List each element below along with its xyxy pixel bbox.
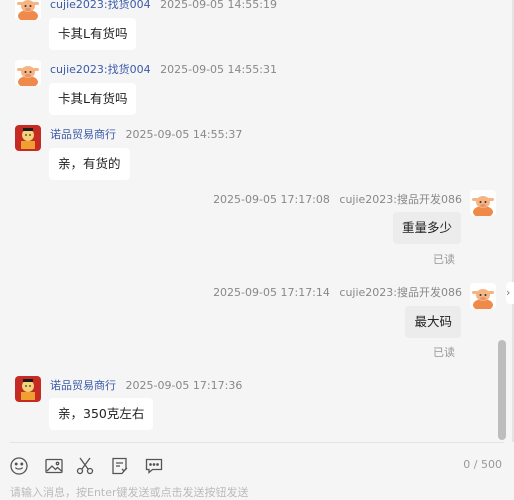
sender-name[interactable]: 诺品贸易商行: [50, 379, 116, 392]
message-time: 2025-09-05 17:17:08: [213, 193, 330, 206]
cow-avatar-icon[interactable]: [15, 60, 41, 86]
message-meta: 诺品贸易商行 2025-09-05 17:17:36: [50, 377, 242, 393]
message-meta: cujie2023:找货004 2025-09-05 14:55:31: [50, 61, 277, 77]
message-time: 2025-09-05 14:55:19: [160, 0, 277, 11]
message-time: 2025-09-05 17:17:14: [213, 286, 330, 299]
composer-toolbar: 0 / 500 请输入消息，按Enter键发送或点击发送按钮发送: [0, 443, 514, 499]
message-time: 2025-09-05 14:55:37: [125, 128, 243, 141]
cow-avatar-icon[interactable]: [470, 283, 496, 309]
message-bubble[interactable]: 最大码: [405, 306, 461, 338]
sender-name[interactable]: 诺品贸易商行: [50, 128, 116, 141]
chat-icon[interactable]: [144, 456, 164, 476]
message-bubble[interactable]: 卡其L有货吗: [49, 18, 137, 50]
chat-scrollbar[interactable]: [498, 340, 506, 440]
message-input[interactable]: 请输入消息，按Enter键发送或点击发送按钮发送: [10, 484, 249, 500]
message-time: 2025-09-05 14:55:31: [160, 63, 277, 76]
quick-reply-icon[interactable]: [110, 456, 130, 476]
message-time: 2025-09-05 17:17:36: [125, 379, 243, 392]
read-status: 已读: [433, 253, 455, 266]
message-bubble[interactable]: 重量多少: [392, 212, 461, 244]
message-meta: 诺品贸易商行 2025-09-05 14:55:37: [50, 126, 242, 142]
scissors-icon[interactable]: [75, 456, 95, 476]
image-icon[interactable]: [44, 456, 64, 476]
message-bubble[interactable]: 亲，有货的: [49, 148, 130, 180]
sender-name[interactable]: cujie2023:搜品开发086: [339, 286, 462, 299]
character-counter: 0 / 500: [463, 458, 502, 471]
shop-avatar-icon[interactable]: [15, 125, 41, 151]
sender-name[interactable]: cujie2023:找货004: [50, 63, 151, 76]
message-bubble[interactable]: 亲，350克左右: [49, 398, 154, 430]
sender-name[interactable]: cujie2023:找货004: [50, 0, 151, 11]
message-meta: 2025-09-05 17:17:14 cujie2023:搜品开发086: [213, 284, 462, 300]
expand-panel-icon[interactable]: ›: [506, 282, 514, 304]
message-bubble[interactable]: 卡其L有货吗: [49, 83, 137, 115]
sender-name[interactable]: cujie2023:搜品开发086: [339, 193, 462, 206]
message-meta: 2025-09-05 17:17:08 cujie2023:搜品开发086: [213, 191, 462, 207]
cow-avatar-icon[interactable]: [15, 0, 41, 20]
message-meta: cujie2023:找货004 2025-09-05 14:55:19: [50, 0, 277, 12]
read-status: 已读: [433, 346, 455, 359]
chat-history[interactable]: cujie2023:找货004 2025-09-05 14:55:19 卡其L有…: [0, 0, 514, 442]
emoji-icon[interactable]: [9, 456, 29, 476]
shop-avatar-icon[interactable]: [15, 376, 41, 402]
cow-avatar-icon[interactable]: [470, 190, 496, 216]
